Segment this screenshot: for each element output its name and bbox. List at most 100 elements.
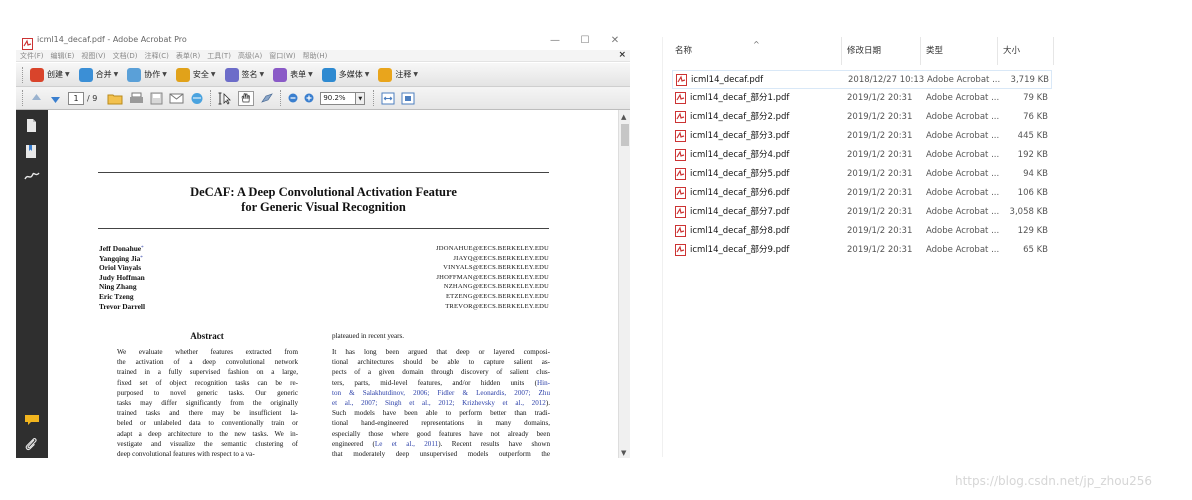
intro-text: It has long been argued that deep or lay… [332, 348, 550, 356]
document-view[interactable]: DeCAF: A Deep Convolutional Activation F… [48, 110, 618, 458]
file-size: 106 KB [1017, 188, 1048, 198]
menu-item[interactable]: 注释(C) [145, 51, 169, 61]
abstract-heading: Abstract [190, 331, 224, 341]
zoom-level-input[interactable]: 90.2% [320, 91, 357, 105]
column-separator[interactable] [997, 37, 998, 65]
file-type: Adobe Acrobat ... [926, 169, 1000, 179]
file-name: icml14_decaf_部分3.pdf [690, 131, 790, 141]
previous-page-icon[interactable] [30, 92, 43, 105]
menu-item[interactable]: 文档(D) [113, 51, 138, 61]
scrollbar-thumb[interactable] [621, 124, 629, 146]
chevron-down-icon: ▼ [413, 71, 418, 78]
zoom-out-icon[interactable] [288, 93, 298, 103]
abstract-line: We evaluate whether features extracted f… [117, 348, 298, 356]
file-row[interactable]: icml14_decaf_部分3.pdf 2019/1/2 20:31 Adobe … [672, 127, 1052, 146]
select-text-icon[interactable] [218, 92, 232, 105]
pen-icon [224, 67, 239, 82]
intro-text: especially those where good features hav… [332, 429, 550, 438]
watermark: https://blog.csdn.net/jp_zhou256 [955, 474, 1153, 488]
email-icon[interactable] [169, 92, 184, 105]
toolbar-button[interactable]: 签名 ▼ [224, 67, 265, 82]
abstract-text: We evaluate whether features extracted f… [117, 347, 298, 458]
menu-item[interactable]: 窗口(W) [269, 51, 295, 61]
zoom-tool-icon[interactable] [260, 92, 274, 105]
toolbar-button[interactable]: 合并 ▼ [78, 67, 119, 82]
citation-link[interactable]: et al., 2007; Singh et al., 2012; Krizhe… [332, 399, 546, 407]
file-row[interactable]: icml14_decaf_部分2.pdf 2019/1/2 20:31 Adobe … [672, 108, 1052, 127]
equal-contribution-mark: * [140, 255, 143, 261]
collaborate-icon[interactable] [190, 92, 204, 105]
create-icon [30, 67, 44, 82]
zoom-in-icon[interactable] [304, 93, 314, 103]
menu-item[interactable]: 文件(F) [20, 51, 44, 61]
toolbar-grip[interactable] [22, 90, 25, 106]
file-row[interactable]: icml14_decaf_部分8.pdf 2019/1/2 20:31 Adobe … [672, 222, 1052, 241]
scroll-down-icon[interactable]: ▼ [621, 449, 626, 457]
file-row[interactable]: icml14_decaf_部分9.pdf 2019/1/2 20:31 Adobe … [672, 241, 1052, 260]
menu-item[interactable]: 工具(T) [207, 51, 231, 61]
next-page-icon[interactable] [49, 92, 62, 105]
file-row[interactable]: icml14_decaf_部分7.pdf 2019/1/2 20:31 Adobe … [672, 203, 1052, 222]
file-size: 3,058 KB [1009, 207, 1048, 217]
file-modified-date: 2019/1/2 20:31 [847, 245, 913, 255]
comments-icon[interactable] [24, 412, 40, 431]
author-name-text: Judy Hoffman [99, 272, 145, 282]
toolbar-button[interactable]: 安全 ▼ [175, 67, 216, 82]
scroll-up-icon[interactable]: ▲ [621, 113, 626, 121]
maximize-button[interactable]: ☐ [570, 32, 600, 50]
citation-link[interactable]: ton & Salakhutdinov, 2006; Fidler & Leon… [332, 389, 550, 397]
chevron-down-icon: ▼ [259, 71, 265, 78]
minimize-button[interactable]: — [540, 32, 570, 50]
fit-width-icon[interactable] [381, 92, 395, 105]
author-name: Trevor Darrell [99, 302, 145, 312]
menu-item[interactable]: 视图(V) [81, 51, 105, 61]
file-row[interactable]: icml14_decaf_部分6.pdf 2019/1/2 20:31 Adobe … [672, 184, 1052, 203]
column-header-name[interactable]: 名称 [675, 37, 692, 65]
title-rule-bottom [98, 228, 549, 229]
column-separator[interactable] [1053, 37, 1054, 65]
save-icon[interactable] [150, 92, 163, 105]
file-row[interactable]: icml14_decaf_部分5.pdf 2019/1/2 20:31 Adobe … [672, 165, 1052, 184]
column-header-size[interactable]: 大小 [1003, 37, 1020, 65]
file-type: Adobe Acrobat ... [926, 245, 1000, 255]
file-row[interactable]: icml14_decaf.pdf 2018/12/27 10:13 Adobe Ac… [672, 70, 1052, 89]
citation-link[interactable]: Hin- [537, 379, 550, 387]
menu-item[interactable]: 编辑(E) [51, 51, 75, 61]
file-row[interactable]: icml14_decaf_部分1.pdf 2019/1/2 20:31 Adobe … [672, 89, 1052, 108]
toolbar-button[interactable]: 表单 ▼ [273, 67, 313, 82]
column-header-date[interactable]: 修改日期 [847, 37, 881, 65]
citation-link[interactable]: Le et al., 2011 [375, 440, 438, 448]
column-separator[interactable] [920, 37, 921, 65]
page-number-input[interactable]: 1 [68, 91, 84, 105]
file-modified-date: 2019/1/2 20:31 [847, 150, 913, 160]
menu-item[interactable]: 帮助(H) [303, 51, 328, 61]
full-screen-icon[interactable] [401, 92, 415, 105]
column2-top-line: plateaued in recent years. [332, 332, 405, 340]
signatures-icon[interactable] [24, 168, 40, 187]
chevron-down-icon: ▼ [113, 71, 119, 78]
toolbar-button[interactable]: 协作 ▼ [127, 67, 167, 82]
close-button[interactable]: ✕ [600, 32, 630, 50]
vertical-scrollbar[interactable]: ▲ ▼ [618, 110, 630, 458]
menu-item[interactable]: 表单(R) [176, 51, 200, 61]
menu-item[interactable]: 高级(A) [238, 51, 262, 61]
document-close-button[interactable]: × [618, 50, 626, 60]
column-header-type[interactable]: 类型 [926, 37, 943, 65]
toolbar-grip[interactable] [22, 66, 25, 83]
file-row[interactable]: icml14_decaf_部分4.pdf 2019/1/2 20:31 Adobe … [672, 146, 1052, 165]
print-icon[interactable] [129, 92, 144, 105]
abstract-line: trained tasks and there may be insuffici… [117, 409, 298, 418]
column-separator[interactable] [841, 37, 842, 65]
file-type: Adobe Acrobat ... [926, 93, 1000, 103]
equal-contribution-mark: * [141, 246, 144, 251]
toolbar-button[interactable]: 创建 ▼ [30, 67, 70, 82]
attachments-icon[interactable] [24, 436, 38, 456]
pages-icon[interactable] [24, 118, 38, 137]
file-modified-date: 2019/1/2 20:31 [847, 226, 913, 236]
toolbar-button[interactable]: 多媒体 ▼ [321, 67, 369, 82]
hand-tool-icon[interactable] [238, 90, 255, 106]
toolbar-button[interactable]: 注释 ▼ [378, 67, 418, 82]
zoom-dropdown-chevron-down-icon[interactable]: ▼ [356, 91, 366, 105]
bookmarks-icon[interactable] [24, 144, 38, 163]
open-folder-icon[interactable] [107, 92, 123, 105]
